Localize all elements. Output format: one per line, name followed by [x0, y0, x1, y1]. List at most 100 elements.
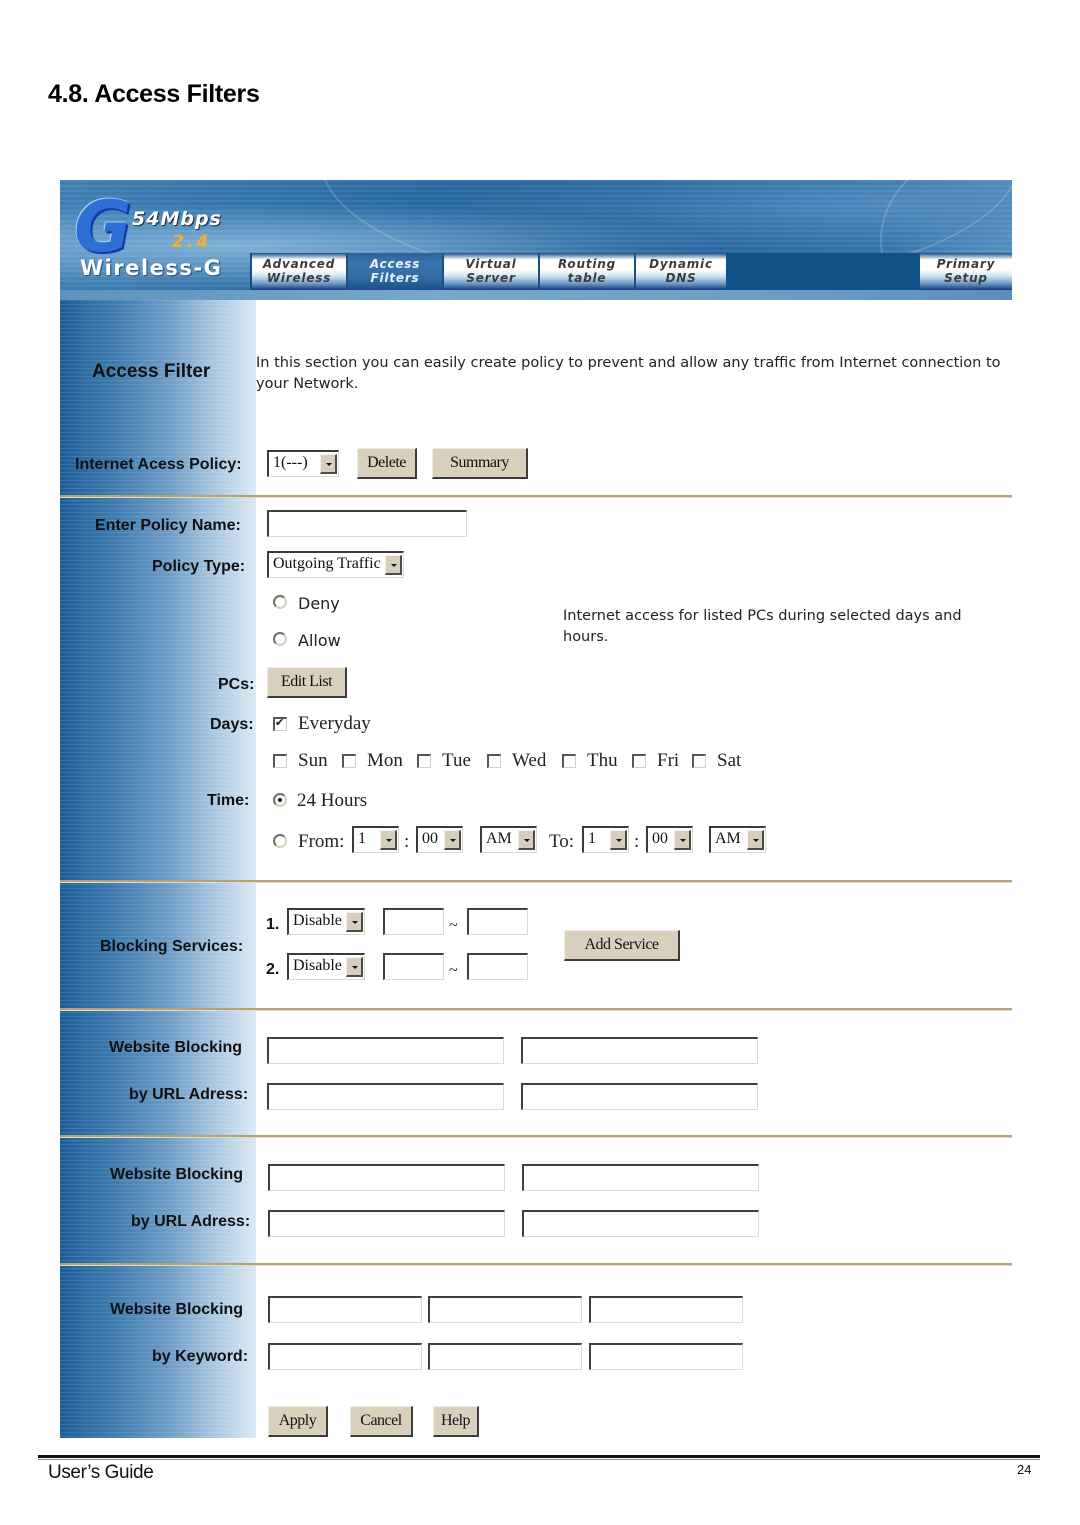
chevron-down-icon	[610, 830, 627, 850]
url-input[interactable]	[268, 1210, 505, 1237]
tab-dynamic-dns[interactable]: Dynamic DNS	[634, 253, 726, 290]
tab-label: Wireless	[266, 271, 332, 285]
days-label: Days:	[210, 716, 254, 733]
from-hour-select[interactable]: 1	[352, 826, 399, 853]
url-blocking-label: Website Blocking	[109, 1039, 243, 1056]
policy-name-input[interactable]	[267, 510, 467, 537]
service-2-port-to-input[interactable]	[467, 953, 528, 980]
mon-checkbox[interactable]	[342, 754, 356, 768]
chevron-down-icon	[747, 830, 764, 850]
from-hour-value: 1	[358, 830, 366, 847]
blocking-services-label: Blocking Services:	[100, 938, 244, 955]
summary-button[interactable]: Summary	[432, 448, 528, 479]
policy-select-value: 1(---)	[273, 454, 308, 471]
time-label: Time:	[207, 792, 250, 809]
tab-label: DNS	[665, 271, 697, 285]
service-1-value: Disable	[293, 912, 342, 929]
divider	[60, 1135, 1012, 1138]
divider	[60, 1008, 1012, 1011]
tab-access-filters[interactable]: Access Filters	[346, 253, 442, 290]
day-label: Sun	[298, 750, 328, 771]
add-service-button[interactable]: Add Service	[564, 930, 680, 961]
fri-checkbox[interactable]	[632, 754, 646, 768]
banner-strip	[60, 290, 1012, 300]
url-input[interactable]	[267, 1037, 504, 1064]
tab-virtual-server[interactable]: Virtual Server	[442, 253, 538, 290]
tab-label: Virtual	[465, 257, 517, 271]
from-minute-select[interactable]: 00	[416, 826, 463, 853]
chevron-down-icon	[320, 454, 337, 474]
tab-primary-setup[interactable]: Primary Setup	[918, 253, 1012, 290]
chevron-down-icon	[444, 830, 461, 850]
service-2-select[interactable]: Disable	[287, 953, 365, 980]
policy-select[interactable]: 1(---)	[267, 450, 339, 477]
allow-label: Allow	[298, 631, 341, 650]
router-config-page: G 54Mbps 2.4 Wireless-G Advanced Wireles…	[60, 180, 1012, 1438]
nav-spacer	[726, 253, 918, 290]
to-minute-value: 00	[652, 830, 668, 847]
to-minute-select[interactable]: 00	[646, 826, 693, 853]
everyday-checkbox[interactable]	[273, 716, 287, 731]
from-ampm-select[interactable]: AM	[480, 826, 537, 853]
keyword-input[interactable]	[268, 1343, 422, 1370]
url-input[interactable]	[522, 1210, 759, 1237]
from-ampm-value: AM	[486, 830, 512, 847]
deny-radio[interactable]	[273, 595, 287, 609]
keyword-blocking-label: by Keyword:	[152, 1348, 249, 1365]
url-input[interactable]	[521, 1037, 758, 1064]
colon: :	[634, 831, 640, 852]
range-separator: ~	[449, 917, 458, 934]
from-minute-value: 00	[422, 830, 438, 847]
help-button[interactable]: Help	[433, 1406, 479, 1437]
to-ampm-value: AM	[715, 830, 741, 847]
keyword-input[interactable]	[589, 1343, 743, 1370]
service-1-port-from-input[interactable]	[383, 908, 444, 935]
day-label: Mon	[367, 750, 403, 771]
thu-checkbox[interactable]	[562, 754, 576, 768]
footer-rule	[38, 1455, 1040, 1458]
divider	[60, 1263, 1012, 1266]
tab-label: table	[567, 271, 607, 285]
sat-checkbox[interactable]	[692, 754, 706, 768]
logo-g-icon: G	[74, 186, 132, 268]
intro-description: In this section you can easily create po…	[256, 355, 1001, 392]
keyword-input[interactable]	[428, 1343, 582, 1370]
service-1-select[interactable]: Disable	[287, 908, 365, 935]
tab-advanced-wireless[interactable]: Advanced Wireless	[250, 253, 346, 290]
keyword-input[interactable]	[428, 1296, 582, 1323]
policy-type-value: Outgoing Traffic	[273, 555, 381, 572]
everyday-label: Everyday	[298, 713, 371, 734]
url-input[interactable]	[268, 1164, 505, 1191]
cancel-button[interactable]: Cancel	[350, 1406, 413, 1437]
tab-routing-table[interactable]: Routing table	[538, 253, 634, 290]
url-input[interactable]	[267, 1083, 504, 1110]
keyword-input[interactable]	[589, 1296, 743, 1323]
delete-button[interactable]: Delete	[357, 448, 417, 479]
service-1-port-to-input[interactable]	[467, 908, 528, 935]
policy-type-select[interactable]: Outgoing Traffic	[267, 551, 404, 578]
tab-label: Setup	[944, 271, 988, 285]
edit-list-button[interactable]: Edit List	[267, 667, 347, 698]
sun-checkbox[interactable]	[273, 754, 287, 768]
apply-button[interactable]: Apply	[268, 1406, 328, 1437]
service-2-port-from-input[interactable]	[383, 953, 444, 980]
url-blocking-label: by URL Adress:	[129, 1086, 249, 1103]
pcs-label: PCs:	[218, 676, 255, 693]
wed-checkbox[interactable]	[487, 754, 501, 768]
url-blocking-label: by URL Adress:	[131, 1213, 251, 1230]
day-label: Tue	[442, 750, 471, 771]
tue-checkbox[interactable]	[417, 754, 431, 768]
to-hour-select[interactable]: 1	[582, 826, 629, 853]
logo-brand: Wireless-G	[80, 256, 223, 280]
to-ampm-select[interactable]: AM	[709, 826, 766, 853]
deny-label: Deny	[298, 594, 340, 613]
tab-label: Filters	[370, 271, 420, 285]
section-heading: 4.8. Access Filters	[48, 80, 260, 108]
url-input[interactable]	[521, 1083, 758, 1110]
from-label: From:	[298, 831, 345, 852]
allow-radio[interactable]	[273, 632, 287, 646]
24-hours-radio[interactable]	[273, 793, 287, 807]
time-range-radio[interactable]	[273, 834, 287, 848]
url-input[interactable]	[522, 1164, 759, 1191]
keyword-input[interactable]	[268, 1296, 422, 1323]
